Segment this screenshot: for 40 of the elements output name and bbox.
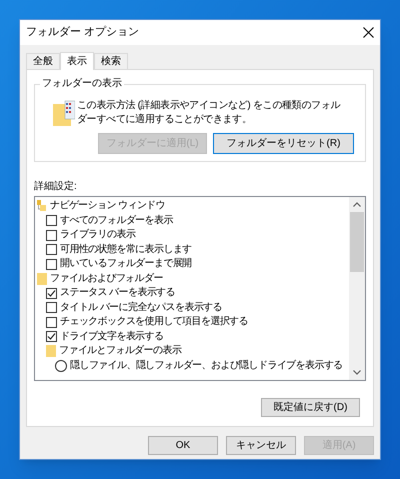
dialog-button[interactable]: OK <box>148 436 218 455</box>
option-label: 開いているフォルダーまで展開 <box>60 257 192 272</box>
option-label: チェックボックスを使用して項目を選択する <box>60 315 248 330</box>
folder-icon <box>53 99 75 126</box>
group-label: ナビゲーション ウィンドウ <box>50 199 165 214</box>
folder-button[interactable]: フォルダーをリセット(R) <box>213 133 354 154</box>
option-label: ドライブ文字を表示する <box>60 330 164 344</box>
navigation-pane-icon <box>37 200 47 212</box>
tab[interactable]: 全般 <box>26 53 60 69</box>
option-label: ステータス バーを表示する <box>60 286 175 300</box>
scroll-down-icon[interactable] <box>353 370 361 375</box>
option-label: 可用性の状態を常に表示します <box>60 242 192 257</box>
checkbox[interactable] <box>46 258 57 270</box>
checkbox[interactable] <box>46 302 57 314</box>
window-title: フォルダー オプション <box>26 24 140 40</box>
option-label: タイトル バーに完全なパスを表示する <box>60 300 222 315</box>
tab[interactable]: 検索 <box>94 53 128 69</box>
folder-icon <box>37 272 47 285</box>
checkbox[interactable] <box>46 244 57 256</box>
checkbox[interactable] <box>46 215 57 226</box>
group-label: ファイルとフォルダーの表示 <box>59 344 182 358</box>
scroll-up-icon[interactable] <box>353 202 361 207</box>
dialog-button[interactable]: キャンセル <box>226 436 296 455</box>
group-label: ファイルおよびフォルダー <box>50 272 163 286</box>
scrollbar[interactable] <box>349 197 365 380</box>
restore-defaults-button[interactable]: 既定値に戻す(D) <box>261 398 360 417</box>
option-label: すべてのフォルダーを表示 <box>60 214 173 228</box>
checkbox[interactable] <box>46 288 57 299</box>
folder-icon <box>46 345 56 358</box>
description-text: この表示方法 (詳細表示やアイコンなど) をこの種類のフォルダーすべてに適用することができます。 <box>77 99 342 127</box>
checkbox[interactable] <box>46 230 57 241</box>
checkbox[interactable] <box>46 331 57 342</box>
scrollbar-thumb[interactable] <box>350 212 364 272</box>
close-icon[interactable] <box>363 27 374 38</box>
option-label: ライブラリの表示 <box>60 228 136 242</box>
option-label: 隠しファイル、隠しフォルダー、および隠しドライブを表示する <box>70 358 343 373</box>
tab[interactable]: 表示 <box>60 52 94 70</box>
checkbox[interactable] <box>46 316 57 328</box>
radio-button[interactable] <box>55 360 67 372</box>
section-label: 詳細設定: <box>34 180 77 194</box>
